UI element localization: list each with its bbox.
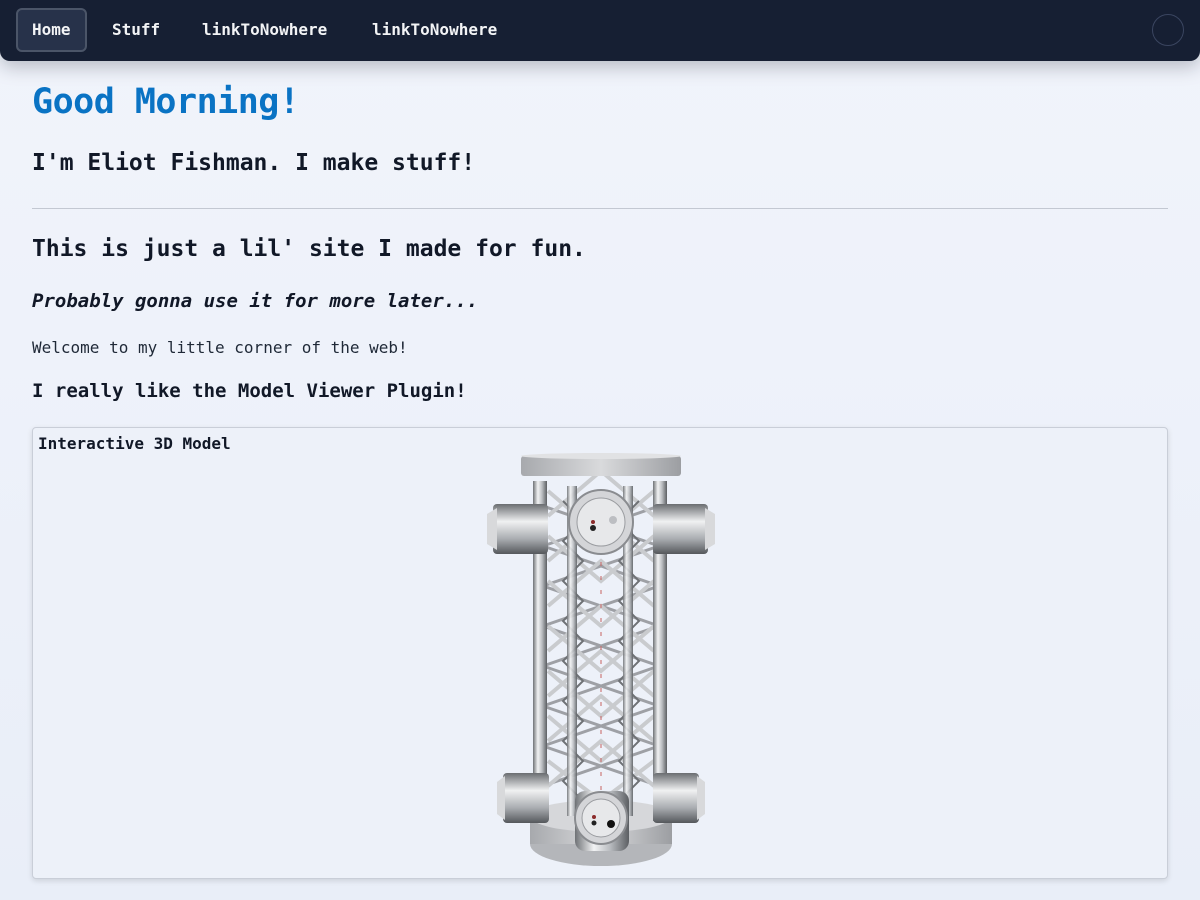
nav-link-to-nowhere-1[interactable]: linkToNowhere xyxy=(187,8,342,52)
intro-heading: I'm Eliot Fishman. I make stuff! xyxy=(32,150,476,176)
divider xyxy=(32,208,1168,209)
page-title: Good Morning! xyxy=(32,82,300,122)
site-heading: This is just a lil' site I made for fun. xyxy=(32,236,586,262)
nav-stuff[interactable]: Stuff xyxy=(97,8,175,52)
italic-note: Probably gonna use it for more later... xyxy=(32,290,479,312)
truss-tower-model[interactable] xyxy=(473,446,773,876)
model-heading: I really like the Model Viewer Plugin! xyxy=(32,380,467,402)
welcome-text: Welcome to my little corner of the web! xyxy=(32,338,408,357)
nav-home[interactable]: Home xyxy=(16,8,87,52)
avatar[interactable] xyxy=(1152,14,1184,46)
viewer-label: Interactive 3D Model xyxy=(38,434,231,453)
model-viewer[interactable]: Interactive 3D Model xyxy=(32,427,1168,879)
top-navbar: Home Stuff linkToNowhere linkToNowhere xyxy=(0,0,1200,61)
nav-link-to-nowhere-2[interactable]: linkToNowhere xyxy=(357,8,512,52)
